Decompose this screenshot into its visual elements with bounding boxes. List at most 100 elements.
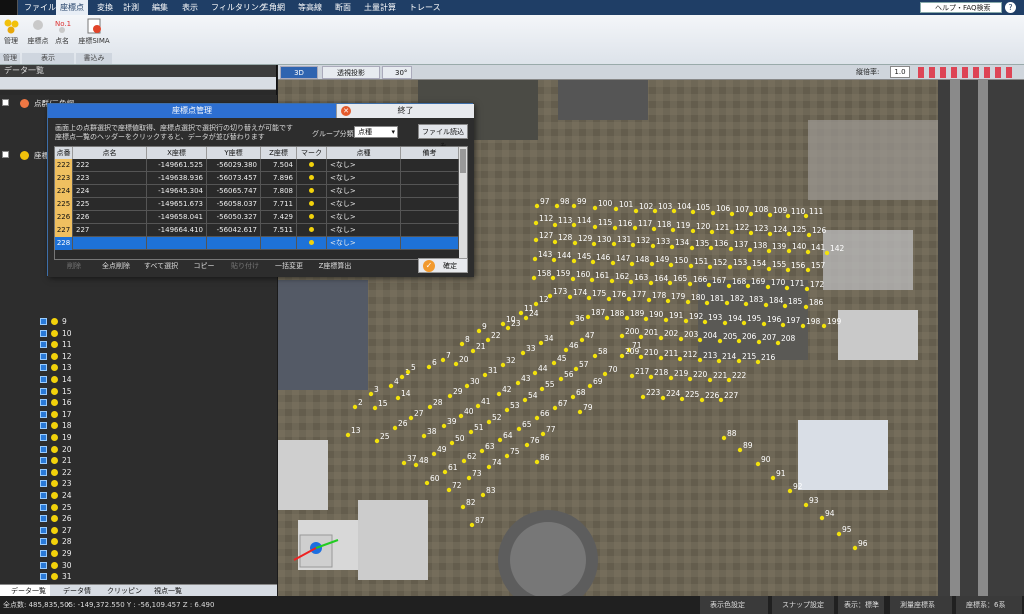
table-row[interactable]: 225 225 -149651.673 -56058.037 7.711 <なし> xyxy=(55,198,459,211)
menu-measure[interactable]: 計測 xyxy=(119,0,143,15)
show-names-button[interactable]: No.1 点名 xyxy=(52,17,72,46)
tab-3d[interactable]: 3D xyxy=(280,66,318,79)
menu-earthwork[interactable]: 土量計算 xyxy=(360,0,400,15)
group-select[interactable]: 点種 ▾ xyxy=(354,126,398,138)
checkbox[interactable] xyxy=(40,480,47,488)
checkbox[interactable] xyxy=(40,503,47,511)
write-sima-button[interactable]: 座標SIMA xyxy=(78,17,110,46)
column-header[interactable]: Z座標 xyxy=(261,147,297,159)
survey-coord-button[interactable]: 測量座標系 xyxy=(890,596,952,614)
scale-input[interactable]: 1.0 xyxy=(890,66,910,78)
checkbox[interactable] xyxy=(40,538,47,546)
select-all-button[interactable]: すべて選択 xyxy=(138,260,184,273)
table-row[interactable]: 222 222 -149661.525 -56029.380 7.504 <なし> xyxy=(55,159,459,172)
checkbox[interactable] xyxy=(40,445,47,453)
column-header[interactable]: マーク xyxy=(297,147,327,159)
point-marker xyxy=(716,358,722,364)
display-mode[interactable]: 表示：標準 xyxy=(838,596,884,614)
load-file-button[interactable]: ファイル読込み xyxy=(418,124,468,150)
checkbox[interactable] xyxy=(40,376,47,383)
checkbox[interactable] xyxy=(40,422,47,430)
menu-view[interactable]: 表示 xyxy=(178,0,202,15)
checkbox[interactable] xyxy=(40,526,47,534)
point-number: 37 xyxy=(407,454,417,463)
point-marker xyxy=(767,231,773,237)
table-cell: <なし> xyxy=(327,159,401,172)
menu-section[interactable]: 断面 xyxy=(331,0,355,15)
column-header[interactable]: 点名 xyxy=(73,147,147,159)
angle-button[interactable]: 30° xyxy=(382,66,412,79)
point-icon xyxy=(51,538,58,546)
confirm-button[interactable]: ✓ 確定 xyxy=(418,258,468,273)
table-row[interactable]: 227 227 -149664.410 -56042.617 7.511 <なし> xyxy=(55,224,459,237)
help-search-input[interactable]: ヘルプ・FAQ検索 xyxy=(920,2,1002,13)
checkbox[interactable] xyxy=(40,364,47,372)
checkbox[interactable] xyxy=(40,457,47,465)
point-marker xyxy=(552,405,558,411)
point-number: 151 xyxy=(694,257,709,266)
column-header[interactable]: 点番 xyxy=(55,147,73,159)
checkbox[interactable] xyxy=(40,399,47,407)
column-header[interactable]: Y座標 xyxy=(207,147,261,159)
column-header[interactable]: X座標 xyxy=(147,147,207,159)
checkbox[interactable] xyxy=(40,515,47,523)
point-marker xyxy=(685,299,691,305)
table-row[interactable]: 228 <なし> xyxy=(55,237,459,250)
axis-gizmo[interactable] xyxy=(293,534,339,568)
show-points-button[interactable]: 座標点 xyxy=(26,17,50,46)
manage-button[interactable]: 管理 xyxy=(2,17,20,46)
delete-button[interactable]: 削除 xyxy=(54,260,94,273)
checkbox[interactable] xyxy=(40,434,47,441)
checkbox[interactable] xyxy=(40,410,47,418)
checkbox[interactable] xyxy=(40,329,47,337)
column-header[interactable]: 点種 xyxy=(327,147,401,159)
table-scrollbar[interactable] xyxy=(459,147,467,259)
table-row[interactable]: 223 223 -149638.936 -56073.457 7.896 <なし> xyxy=(55,172,459,185)
menu-convert[interactable]: 変換 xyxy=(93,0,117,15)
checkbox[interactable] xyxy=(40,341,47,349)
point-marker xyxy=(505,325,511,331)
point-number: 146 xyxy=(596,253,611,262)
delete-all-button[interactable]: 全点削除 xyxy=(96,260,136,273)
table-cell: -56065.747 xyxy=(207,185,261,198)
menu-file[interactable]: ファイル xyxy=(20,0,60,15)
point-number: 90 xyxy=(761,455,771,464)
checkbox[interactable] xyxy=(40,573,47,581)
table-row[interactable]: 226 226 -149658.041 -56050.327 7.429 <なし> xyxy=(55,211,459,224)
menu-edit[interactable]: 編集 xyxy=(148,0,172,15)
close-button[interactable]: ✕ 終了 xyxy=(336,104,474,118)
menu-triangle[interactable]: 三角網 xyxy=(257,0,289,15)
point-number: 187 xyxy=(591,308,606,317)
point-marker xyxy=(446,487,452,493)
point-number: 72 xyxy=(452,481,462,490)
point-number: 49 xyxy=(437,445,447,454)
point-marker xyxy=(648,280,654,286)
help-icon[interactable]: ? xyxy=(1005,2,1016,13)
menu-trace[interactable]: トレース xyxy=(405,0,445,15)
column-header[interactable]: 備考 xyxy=(401,147,459,159)
checkbox[interactable] xyxy=(40,387,47,395)
checkbox[interactable] xyxy=(40,468,47,476)
checkbox[interactable] xyxy=(40,492,47,499)
menu-contour[interactable]: 等高線 xyxy=(294,0,326,15)
compute-z-button[interactable]: Z座標算出 xyxy=(312,260,358,273)
table-row[interactable]: 224 224 -149645.304 -56065.747 7.808 <なし> xyxy=(55,185,459,198)
checkbox[interactable] xyxy=(40,352,47,360)
point-marker xyxy=(504,453,510,459)
menu-points[interactable]: 座標点 xyxy=(56,0,88,15)
point-marker xyxy=(611,241,617,247)
checkbox[interactable] xyxy=(40,561,47,569)
perspective-button[interactable]: 透視投影 xyxy=(322,66,380,79)
view-tool-icons[interactable] xyxy=(918,67,1014,78)
checkbox[interactable] xyxy=(40,318,47,325)
collapse-icon[interactable] xyxy=(2,151,9,158)
coord-system-button[interactable]: 座標系：6系 xyxy=(956,596,1022,614)
checkbox[interactable] xyxy=(40,550,47,557)
copy-button[interactable]: コピー xyxy=(186,260,222,273)
paste-button[interactable]: 貼り付け xyxy=(224,260,266,273)
snap-setting-button[interactable]: スナップ設定 xyxy=(772,596,834,614)
bulk-change-button[interactable]: 一括変更 xyxy=(268,260,310,273)
collapse-icon[interactable] xyxy=(2,99,9,106)
point-number: 191 xyxy=(669,311,684,320)
display-color-button[interactable]: 表示色設定 xyxy=(700,596,768,614)
